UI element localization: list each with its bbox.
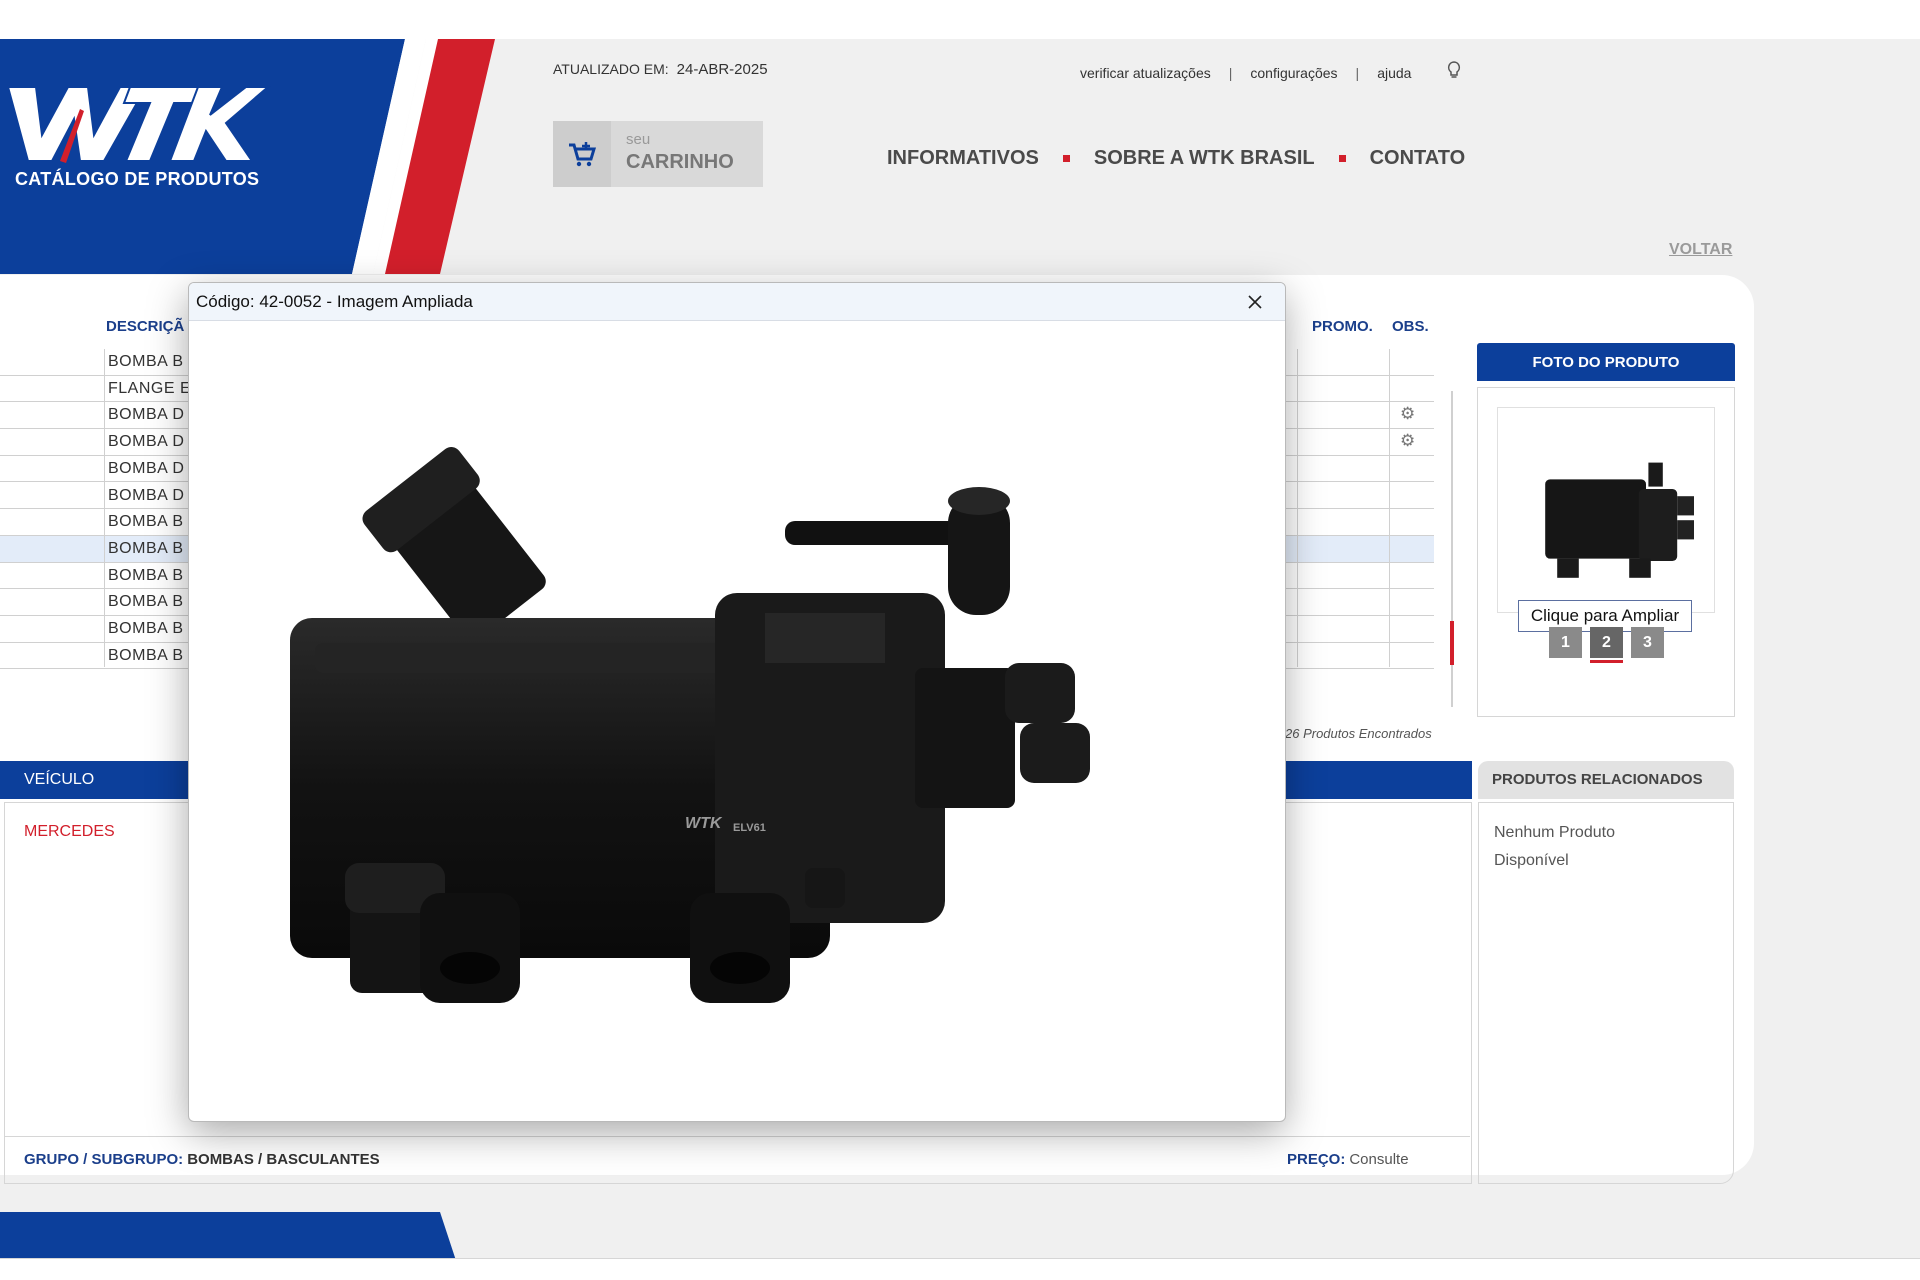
row-description: BOMBA D [108, 406, 185, 424]
photo-header: FOTO DO PRODUTO [1477, 343, 1735, 381]
col-header-promo[interactable]: PROMO. [1312, 318, 1373, 335]
price-label: PREÇO: [1287, 1151, 1346, 1168]
product-marking: WTK [685, 815, 723, 832]
photo-page-3[interactable]: 3 [1631, 627, 1664, 658]
row-description: BOMBA B [108, 513, 184, 531]
nav-contato[interactable]: CONTATO [1370, 147, 1466, 170]
nav-informativos[interactable]: INFORMATIVOS [887, 147, 1039, 170]
footer-banner [0, 1212, 456, 1258]
related-empty-text: Nenhum Produto Disponível [1494, 824, 1615, 869]
main-nav: INFORMATIVOS SOBRE A WTK BRASIL CONTATO [887, 147, 1465, 170]
row-description: BOMBA B [108, 620, 184, 637]
active-page-indicator [1590, 660, 1623, 663]
gear-icon[interactable]: ⚙ [1400, 431, 1415, 451]
price-value: Consulte [1349, 1151, 1409, 1168]
updated-info: ATUALIZADO EM: 24-ABR-2025 [553, 61, 768, 78]
updated-label: ATUALIZADO EM: [553, 61, 669, 77]
back-link[interactable]: VOLTAR [1669, 241, 1732, 259]
vehicle-header-label: VEÍCULO [24, 771, 95, 788]
row-description: FLANGE E [108, 379, 192, 397]
row-description: BOMBA B [108, 593, 184, 611]
logo-block: CATÁLOGO DE PRODUTOS [0, 39, 500, 274]
help-link[interactable]: ajuda [1377, 65, 1411, 81]
settings-link[interactable]: configurações [1250, 65, 1337, 81]
nav-sobre[interactable]: SOBRE A WTK BRASIL [1094, 147, 1315, 170]
related-header-label: PRODUTOS RELACIONADOS [1492, 771, 1703, 788]
close-icon[interactable] [1242, 289, 1268, 315]
catalog-app: CATÁLOGO DE PRODUTOS ATUALIZADO EM: 24-AB… [0, 39, 1920, 1258]
row-description: BOMBA D [108, 433, 185, 451]
product-code-mark: ELV61 [733, 822, 766, 834]
column-divider [1389, 349, 1390, 667]
separator: | [1355, 64, 1360, 81]
separator: | [1228, 64, 1233, 81]
vehicle-item[interactable]: MERCEDES [24, 823, 115, 841]
column-divider [1297, 349, 1298, 667]
cart-small-label: seu [626, 131, 651, 148]
image-modal: Código: 42-0052 - Imagem Ampliada WTK EL… [188, 282, 1286, 1122]
vehicle-footer-divider [4, 1136, 1470, 1137]
results-count: 26 Produtos Encontrados [1285, 726, 1432, 741]
row-description: BOMBA D [108, 459, 185, 477]
lightbulb-icon[interactable] [1447, 61, 1461, 84]
product-image-large[interactable]: WTK ELV61 [285, 423, 1185, 1048]
cart-button[interactable]: seu CARRINHO [553, 121, 763, 187]
column-divider [104, 349, 105, 667]
product-thumbnail[interactable] [1497, 407, 1715, 613]
row-description: BOMBA B [108, 353, 184, 370]
modal-title: Código: 42-0052 - Imagem Ampliada [196, 292, 473, 311]
nav-separator [1062, 155, 1070, 162]
gear-icon[interactable]: ⚙ [1400, 404, 1415, 424]
row-description: BOMBA B [108, 566, 184, 584]
group-info: GRUPO / SUBGRUPO: BOMBAS / BASCULANTES [24, 1151, 380, 1168]
row-description: BOMBA D [108, 486, 185, 504]
check-updates-link[interactable]: verificar atualizações [1080, 65, 1211, 81]
top-links: verificar atualizações | configurações |… [1080, 61, 1461, 84]
group-value: BOMBAS / BASCULANTES [187, 1151, 380, 1168]
nav-separator [1338, 155, 1346, 162]
modal-titlebar: Código: 42-0052 - Imagem Ampliada [189, 283, 1285, 321]
photo-page-1[interactable]: 1 [1549, 627, 1582, 658]
col-header-description[interactable]: DESCRIÇÃ [106, 318, 184, 335]
row-description: BOMBA B [108, 539, 184, 557]
photo-page-2[interactable]: 2 [1590, 627, 1623, 658]
window-bottom-border [0, 1258, 1920, 1259]
group-label: GRUPO / SUBGRUPO: [24, 1151, 184, 1168]
cart-label: CARRINHO [626, 151, 734, 173]
cart-icon [553, 121, 611, 187]
col-header-obs[interactable]: OBS. [1392, 318, 1429, 335]
brand-banner [0, 39, 495, 274]
updated-date: 24-ABR-2025 [676, 61, 768, 78]
price-info: PREÇO: Consulte [1287, 1151, 1409, 1168]
table-scrollbar-thumb[interactable] [1450, 621, 1454, 665]
related-header: PRODUTOS RELACIONADOS [1478, 761, 1734, 799]
row-description: BOMBA B [108, 646, 184, 664]
logo-subtitle: CATÁLOGO DE PRODUTOS [15, 169, 260, 189]
